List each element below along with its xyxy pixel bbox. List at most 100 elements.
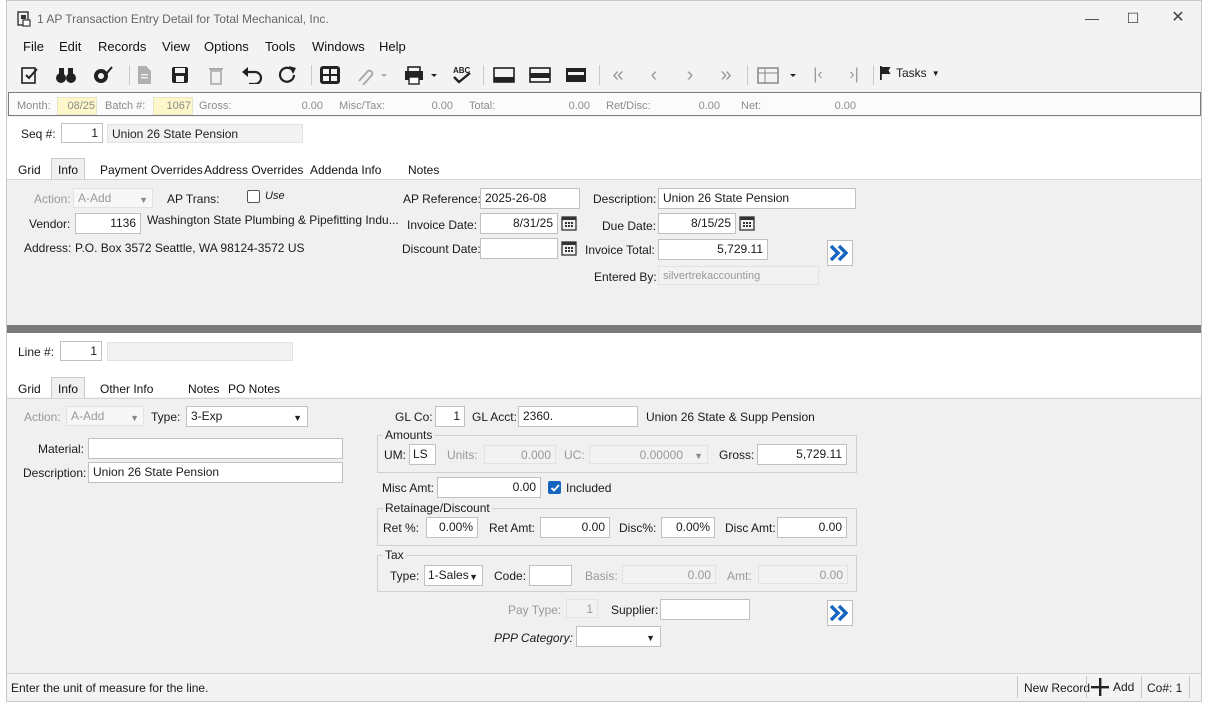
forward-arrow-icon[interactable] [827, 240, 853, 266]
tab-payment-overrides[interactable]: Payment Overrides [93, 158, 210, 180]
tasks-menu[interactable]: Tasks ▼ [879, 66, 940, 80]
flag-icon [880, 66, 891, 80]
disc-amt-field[interactable]: 0.00 [777, 517, 847, 538]
supplier-field[interactable] [660, 599, 750, 620]
splitter-bar[interactable] [7, 325, 1201, 333]
menu-options[interactable]: Options [204, 39, 249, 54]
first-record-icon[interactable]: « [605, 63, 631, 87]
delete-icon[interactable] [203, 63, 229, 87]
invoice-total-field[interactable]: 5,729.11 [658, 239, 768, 260]
line-description-field[interactable]: Union 26 State Pension [88, 462, 343, 483]
net-label: Net: [741, 100, 762, 112]
tab-line-info[interactable]: Info [51, 377, 86, 399]
print-icon[interactable] [401, 63, 441, 87]
menu-records[interactable]: Records [98, 39, 146, 54]
seq-description: Union 26 State Pension [107, 124, 303, 143]
edit-check-icon[interactable] [17, 63, 43, 87]
refresh-icon[interactable] [275, 63, 301, 87]
menu-tools[interactable]: Tools [265, 39, 295, 54]
ap-reference-field[interactable]: 2025-26-08 [480, 188, 580, 209]
tab-line-notes[interactable]: Notes [181, 377, 226, 399]
save-icon[interactable] [167, 63, 193, 87]
first-line-icon[interactable]: |‹ [805, 63, 831, 87]
app-window: 1 AP Transaction Entry Detail for Total … [6, 0, 1202, 702]
layout-bottom-icon[interactable] [563, 63, 589, 87]
line-gross-field[interactable]: 5,729.11 [757, 444, 847, 465]
line-action-select[interactable]: A-Add ▼ [66, 406, 144, 426]
tax-code-label: Code: [494, 569, 527, 583]
undo-icon[interactable] [239, 63, 265, 87]
menu-file[interactable]: File [23, 39, 44, 54]
calendar-icon[interactable] [737, 214, 757, 233]
line-number-field[interactable]: 1 [60, 341, 102, 361]
tab-line-grid[interactable]: Grid [11, 377, 48, 399]
line-description-display [107, 342, 293, 361]
line-label: Line #: [18, 345, 55, 359]
menu-view[interactable]: View [162, 39, 190, 54]
tab-line-other-info[interactable]: Other Info [93, 377, 160, 399]
grid-settings-icon[interactable] [755, 63, 799, 87]
gear-check-icon[interactable] [89, 63, 115, 87]
month-value: 08/25 [67, 100, 95, 112]
calendar-icon[interactable] [559, 214, 579, 233]
attachment-icon[interactable] [351, 63, 389, 87]
tax-amt-field: 0.00 [758, 565, 848, 584]
spellcheck-icon[interactable]: ABC [449, 63, 475, 87]
due-date-field[interactable]: 8/15/25 [658, 213, 736, 234]
action-select[interactable]: A-Add ▼ [73, 188, 153, 208]
binoculars-icon[interactable] [53, 63, 79, 87]
next-record-icon[interactable]: › [677, 63, 703, 87]
tab-po-notes[interactable]: PO Notes [221, 377, 287, 399]
tax-type-label: Type: [390, 569, 420, 583]
calculator-icon[interactable] [317, 63, 343, 87]
gl-co-field[interactable]: 1 [435, 406, 465, 427]
ret-amt-field[interactable]: 0.00 [540, 517, 610, 538]
retainage-title: Retainage/Discount [383, 501, 492, 515]
um-field[interactable]: LS [409, 444, 436, 465]
calendar-icon[interactable] [559, 239, 579, 258]
seq-field[interactable]: 1 [61, 123, 103, 143]
menu-help[interactable]: Help [379, 39, 406, 54]
close-icon[interactable]: ✕ [1163, 7, 1193, 29]
vendor-field[interactable]: 1136 [75, 213, 141, 234]
disc-pct-field[interactable]: 0.00% [661, 517, 715, 538]
gross-label: Gross: [199, 100, 232, 112]
ppp-category-select[interactable]: ▼ [576, 626, 661, 647]
gl-acct-description: Union 26 State & Supp Pension [646, 410, 815, 424]
tab-grid[interactable]: Grid [11, 158, 48, 180]
maximize-icon[interactable]: ☐ [1118, 7, 1148, 29]
ret-pct-field[interactable]: 0.00% [426, 517, 478, 538]
tasks-label: Tasks [896, 66, 927, 80]
included-checkbox[interactable] [548, 481, 561, 494]
tab-addenda-info[interactable]: Addenda Info [303, 158, 388, 180]
layout-top-icon[interactable] [491, 63, 517, 87]
line-gross-label: Gross: [719, 448, 755, 462]
gl-acct-field[interactable]: 2360. [518, 406, 638, 427]
seq-label: Seq #: [21, 127, 56, 141]
misc-amt-field[interactable]: 0.00 [437, 477, 541, 498]
last-line-icon[interactable]: ›| [841, 63, 867, 87]
material-field[interactable] [88, 438, 343, 459]
invoice-date-field[interactable]: 8/31/25 [480, 213, 558, 234]
forward-arrow-icon[interactable] [827, 600, 853, 626]
minimize-icon[interactable]: — [1077, 7, 1107, 29]
company-indicator: Co#: 1 [1147, 681, 1183, 695]
total-value: 0.00 [568, 100, 590, 112]
document-icon[interactable] [131, 63, 157, 87]
tab-info[interactable]: Info [51, 158, 86, 180]
last-record-icon[interactable]: » [713, 63, 739, 87]
add-button[interactable]: Add [1090, 677, 1134, 697]
tax-code-field[interactable] [529, 565, 572, 586]
menu-windows[interactable]: Windows [312, 39, 365, 54]
description-field[interactable]: Union 26 State Pension [658, 188, 856, 209]
tax-type-select[interactable]: 1-Sales ▼ [424, 565, 483, 586]
layout-split-icon[interactable] [527, 63, 553, 87]
chevron-down-icon: ▼ [293, 413, 302, 423]
discount-date-field[interactable] [480, 238, 558, 259]
use-checkbox[interactable] [247, 190, 260, 203]
previous-record-icon[interactable]: ‹ [641, 63, 667, 87]
tab-notes[interactable]: Notes [401, 158, 446, 180]
tab-address-overrides[interactable]: Address Overrides [197, 158, 310, 180]
type-select[interactable]: 3-Exp ▼ [186, 406, 308, 427]
menu-edit[interactable]: Edit [59, 39, 81, 54]
